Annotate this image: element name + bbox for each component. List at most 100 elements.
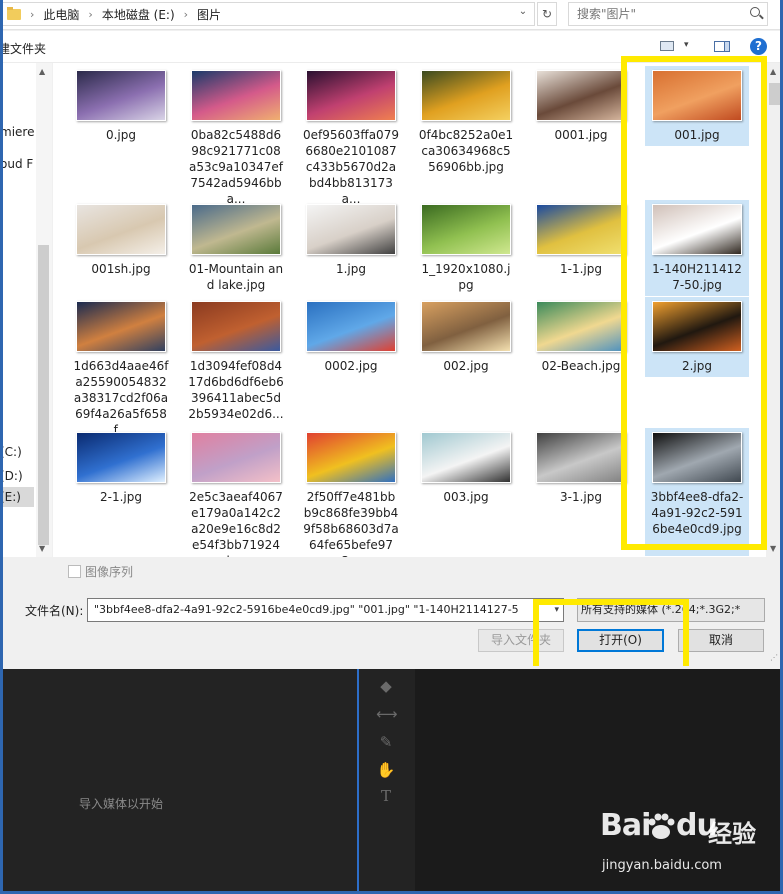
file-thumbnail xyxy=(76,301,166,352)
app-root: › 此电脑 › 本地磁盘 (E:) › 图片 ⌄ ↻ 建文件夹 ▾ ? m xyxy=(0,0,783,894)
file-thumbnail xyxy=(76,204,166,255)
file-item[interactable]: 1-1.jpg xyxy=(529,200,633,277)
file-item[interactable]: 3-1.jpg xyxy=(529,428,633,505)
watermark-url: jingyan.baidu.com xyxy=(602,858,722,873)
new-folder-button[interactable]: 建文件夹 xyxy=(0,40,46,57)
file-thumbnail xyxy=(536,204,626,255)
address-bar[interactable]: › 此电脑 › 本地磁盘 (E:) › 图片 ⌄ xyxy=(0,2,535,26)
file-thumbnail xyxy=(536,301,626,352)
project-panel: 导入媒体以开始 xyxy=(3,669,358,891)
breadcrumb-this-pc[interactable]: 此电脑 xyxy=(43,6,79,23)
chevron-right-icon: › xyxy=(88,7,93,21)
import-media-hint: 导入媒体以开始 xyxy=(79,797,164,811)
address-row: › 此电脑 › 本地磁盘 (E:) › 图片 ⌄ ↻ xyxy=(0,0,783,30)
file-item[interactable]: 2e5c3aeaf4067e179a0a142c2a20e9e16c8d2e54… xyxy=(184,428,288,557)
file-item[interactable]: 003.jpg xyxy=(414,428,518,505)
watermark-jingyan: 经验 xyxy=(708,820,756,848)
breadcrumb-pictures[interactable]: 图片 xyxy=(197,6,221,23)
file-item[interactable]: 1.jpg xyxy=(299,200,403,277)
file-name: 0ef95603ffa0796680e2101087c433b5670d2abd… xyxy=(303,128,399,206)
watermark-brand: Bai xyxy=(600,808,651,843)
file-name: 2e5c3aeaf4067e179a0a142c2a20e9e16c8d2e54… xyxy=(189,490,283,557)
scroll-thumb[interactable] xyxy=(769,83,780,105)
resize-grip-icon[interactable]: ⋰ xyxy=(770,653,780,663)
nav-item-drive-e[interactable]: (E:) xyxy=(0,487,34,507)
hand-tool-icon[interactable]: ✋ xyxy=(376,761,396,781)
file-thumbnail xyxy=(421,301,511,352)
scroll-thumb[interactable] xyxy=(38,245,49,545)
file-thumbnail xyxy=(536,70,626,121)
help-button[interactable]: ? xyxy=(750,38,767,55)
file-name: 01-Mountain and lake.jpg xyxy=(188,262,284,292)
view-icon[interactable] xyxy=(660,41,674,51)
file-name: 3-1.jpg xyxy=(560,490,602,504)
file-item[interactable]: 0002.jpg xyxy=(299,297,403,374)
search-box[interactable] xyxy=(568,2,768,26)
file-name: 1.jpg xyxy=(335,262,367,276)
image-sequence-option[interactable]: 图像序列 xyxy=(68,563,133,580)
file-item[interactable]: 1d663d4aae46fa25590054832a38317cd2f06a69… xyxy=(69,297,173,438)
file-thumbnail xyxy=(306,301,396,352)
file-name: 2f50ff7e481bbb9c868fe39bb49f58b68603d7a6… xyxy=(303,490,399,557)
filename-value: "3bbf4ee8-dfa2-4a91-92c2-5916be4e0cd9.jp… xyxy=(94,603,519,616)
nav-item-creative-cloud[interactable]: oud F xyxy=(0,157,33,171)
file-thumbnail xyxy=(191,70,281,121)
chevron-right-icon: › xyxy=(183,7,189,21)
file-item[interactable]: 001sh.jpg xyxy=(69,200,173,277)
panel-focus-border xyxy=(357,669,359,891)
refresh-icon: ↻ xyxy=(541,7,553,21)
type-tool-icon[interactable]: T xyxy=(376,787,396,807)
chevron-down-icon[interactable]: ▾ xyxy=(684,40,689,50)
file-item[interactable]: 1_1920x1080.jpg xyxy=(414,200,518,293)
file-item[interactable]: 0001.jpg xyxy=(529,66,633,143)
file-name: 0ba82c5488d698c921771c08a53c9a10347ef754… xyxy=(189,128,283,206)
file-item[interactable]: 0.jpg xyxy=(69,66,173,143)
file-thumbnail xyxy=(421,204,511,255)
file-item[interactable]: 01-Mountain and lake.jpg xyxy=(184,200,288,293)
razor-tool-icon[interactable]: ◆ xyxy=(376,677,396,697)
file-scrollbar[interactable]: ▲ ▼ xyxy=(766,63,783,557)
preview-pane-icon[interactable] xyxy=(714,41,730,52)
image-sequence-checkbox[interactable] xyxy=(68,565,81,578)
slip-tool-icon[interactable]: ⟷ xyxy=(376,705,398,725)
file-item[interactable]: 1d3094fef08d417d6bd6df6eb6396411abec5d2b… xyxy=(184,297,288,422)
image-sequence-label: 图像序列 xyxy=(85,565,134,579)
nav-scrollbar[interactable]: ▲ ▼ xyxy=(36,63,52,557)
search-icon[interactable] xyxy=(750,7,760,17)
file-thumbnail xyxy=(306,432,396,483)
file-item[interactable]: 002.jpg xyxy=(414,297,518,374)
file-thumbnail xyxy=(76,70,166,121)
file-name: 0f4bc8252a0e1ca30634968c556906bb.jpg xyxy=(418,128,514,174)
file-name: 1d663d4aae46fa25590054832a38317cd2f06a69… xyxy=(73,359,169,437)
filename-input[interactable]: "3bbf4ee8-dfa2-4a91-92c2-5916be4e0cd9.jp… xyxy=(87,598,564,622)
file-name: 001sh.jpg xyxy=(91,262,151,276)
scroll-up-icon[interactable]: ▲ xyxy=(39,67,45,76)
file-item[interactable]: 2-1.jpg xyxy=(69,428,173,505)
breadcrumb-drive-e[interactable]: 本地磁盘 (E:) xyxy=(102,6,175,23)
file-item[interactable]: 2f50ff7e481bbb9c868fe39bb49f58b68603d7a6… xyxy=(299,428,403,557)
file-name: 02-Beach.jpg xyxy=(541,359,621,373)
file-item[interactable]: 0ef95603ffa0796680e2101087c433b5670d2abd… xyxy=(299,66,403,207)
refresh-button[interactable]: ↻ xyxy=(537,2,557,26)
file-thumbnail xyxy=(76,432,166,483)
scroll-up-icon[interactable]: ▲ xyxy=(770,67,776,76)
file-thumbnail xyxy=(421,432,511,483)
nav-item-drive-c[interactable]: (C:) xyxy=(0,445,22,459)
file-name: 2-1.jpg xyxy=(100,490,142,504)
cancel-button[interactable]: 取消 xyxy=(678,629,764,652)
scroll-down-icon[interactable]: ▼ xyxy=(39,544,45,553)
scroll-down-icon[interactable]: ▼ xyxy=(770,544,776,553)
nav-item-premiere[interactable]: miere xyxy=(0,125,34,139)
file-item[interactable]: 0ba82c5488d698c921771c08a53c9a10347ef754… xyxy=(184,66,288,207)
file-item[interactable]: 02-Beach.jpg xyxy=(529,297,633,374)
file-name: 1_1920x1080.jpg xyxy=(421,262,511,292)
file-item[interactable]: 0f4bc8252a0e1ca30634968c556906bb.jpg xyxy=(414,66,518,175)
chevron-right-icon: › xyxy=(30,7,35,21)
chevron-down-icon[interactable]: ⌄ xyxy=(516,6,530,17)
pen-tool-icon[interactable]: ✎ xyxy=(376,733,396,753)
file-name: 003.jpg xyxy=(443,490,489,504)
search-input[interactable] xyxy=(569,7,739,21)
file-name: 002.jpg xyxy=(443,359,489,373)
nav-item-drive-d[interactable]: (D:) xyxy=(0,469,23,483)
filename-label: 文件名(N): xyxy=(25,604,84,618)
